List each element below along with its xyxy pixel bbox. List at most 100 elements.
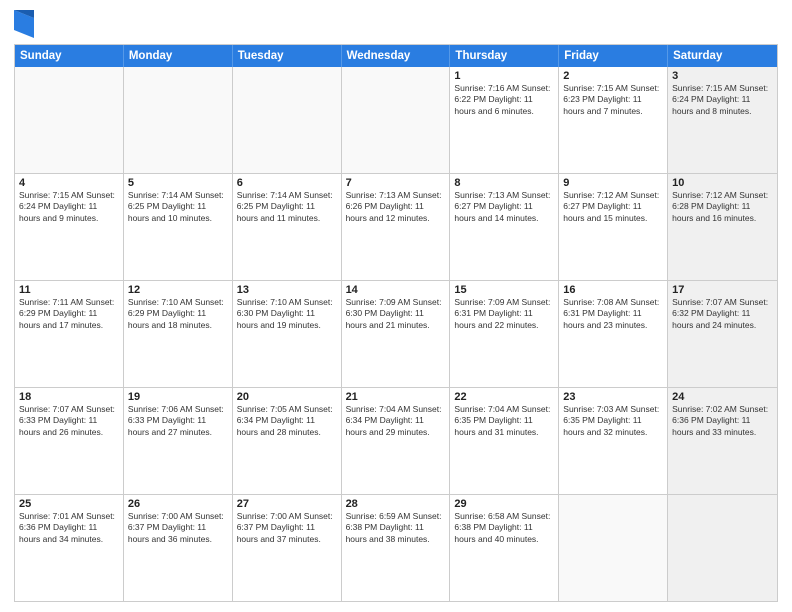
day-info: Sunrise: 7:05 AM Sunset: 6:34 PM Dayligh… xyxy=(237,404,337,438)
day-number: 8 xyxy=(454,177,554,189)
calendar: SundayMondayTuesdayWednesdayThursdayFrid… xyxy=(14,44,778,602)
calendar-cell: 18Sunrise: 7:07 AM Sunset: 6:33 PM Dayli… xyxy=(15,388,124,494)
day-info: Sunrise: 7:14 AM Sunset: 6:25 PM Dayligh… xyxy=(128,190,228,224)
day-info: Sunrise: 7:15 AM Sunset: 6:23 PM Dayligh… xyxy=(563,83,663,117)
calendar-row: 25Sunrise: 7:01 AM Sunset: 6:36 PM Dayli… xyxy=(15,494,777,601)
calendar-cell: 22Sunrise: 7:04 AM Sunset: 6:35 PM Dayli… xyxy=(450,388,559,494)
day-info: Sunrise: 7:14 AM Sunset: 6:25 PM Dayligh… xyxy=(237,190,337,224)
day-info: Sunrise: 7:15 AM Sunset: 6:24 PM Dayligh… xyxy=(19,190,119,224)
calendar-body: 1Sunrise: 7:16 AM Sunset: 6:22 PM Daylig… xyxy=(15,67,777,601)
day-number: 6 xyxy=(237,177,337,189)
calendar-cell xyxy=(559,495,668,601)
day-number: 13 xyxy=(237,284,337,296)
calendar-cell: 5Sunrise: 7:14 AM Sunset: 6:25 PM Daylig… xyxy=(124,174,233,280)
calendar-cell: 28Sunrise: 6:59 AM Sunset: 6:38 PM Dayli… xyxy=(342,495,451,601)
day-info: Sunrise: 7:13 AM Sunset: 6:26 PM Dayligh… xyxy=(346,190,446,224)
day-info: Sunrise: 7:02 AM Sunset: 6:36 PM Dayligh… xyxy=(672,404,773,438)
day-number: 29 xyxy=(454,498,554,510)
day-number: 24 xyxy=(672,391,773,403)
weekday-header: Thursday xyxy=(450,45,559,67)
day-number: 18 xyxy=(19,391,119,403)
calendar-cell: 4Sunrise: 7:15 AM Sunset: 6:24 PM Daylig… xyxy=(15,174,124,280)
calendar-cell: 26Sunrise: 7:00 AM Sunset: 6:37 PM Dayli… xyxy=(124,495,233,601)
calendar-cell: 21Sunrise: 7:04 AM Sunset: 6:34 PM Dayli… xyxy=(342,388,451,494)
calendar-cell: 9Sunrise: 7:12 AM Sunset: 6:27 PM Daylig… xyxy=(559,174,668,280)
day-info: Sunrise: 7:10 AM Sunset: 6:29 PM Dayligh… xyxy=(128,297,228,331)
day-number: 27 xyxy=(237,498,337,510)
calendar-cell: 16Sunrise: 7:08 AM Sunset: 6:31 PM Dayli… xyxy=(559,281,668,387)
day-number: 1 xyxy=(454,70,554,82)
logo xyxy=(14,10,38,38)
weekday-header: Monday xyxy=(124,45,233,67)
day-info: Sunrise: 7:11 AM Sunset: 6:29 PM Dayligh… xyxy=(19,297,119,331)
day-info: Sunrise: 6:58 AM Sunset: 6:38 PM Dayligh… xyxy=(454,511,554,545)
calendar-cell: 1Sunrise: 7:16 AM Sunset: 6:22 PM Daylig… xyxy=(450,67,559,173)
calendar-cell: 24Sunrise: 7:02 AM Sunset: 6:36 PM Dayli… xyxy=(668,388,777,494)
day-number: 12 xyxy=(128,284,228,296)
calendar-row: 1Sunrise: 7:16 AM Sunset: 6:22 PM Daylig… xyxy=(15,67,777,173)
calendar-cell: 11Sunrise: 7:11 AM Sunset: 6:29 PM Dayli… xyxy=(15,281,124,387)
day-info: Sunrise: 7:15 AM Sunset: 6:24 PM Dayligh… xyxy=(672,83,773,117)
day-number: 4 xyxy=(19,177,119,189)
weekday-header: Saturday xyxy=(668,45,777,67)
calendar-row: 18Sunrise: 7:07 AM Sunset: 6:33 PM Dayli… xyxy=(15,387,777,494)
calendar-header: SundayMondayTuesdayWednesdayThursdayFrid… xyxy=(15,45,777,67)
calendar-cell: 12Sunrise: 7:10 AM Sunset: 6:29 PM Dayli… xyxy=(124,281,233,387)
day-info: Sunrise: 7:09 AM Sunset: 6:30 PM Dayligh… xyxy=(346,297,446,331)
day-number: 7 xyxy=(346,177,446,189)
calendar-cell: 3Sunrise: 7:15 AM Sunset: 6:24 PM Daylig… xyxy=(668,67,777,173)
calendar-cell: 6Sunrise: 7:14 AM Sunset: 6:25 PM Daylig… xyxy=(233,174,342,280)
day-number: 15 xyxy=(454,284,554,296)
calendar-row: 4Sunrise: 7:15 AM Sunset: 6:24 PM Daylig… xyxy=(15,173,777,280)
day-info: Sunrise: 7:04 AM Sunset: 6:35 PM Dayligh… xyxy=(454,404,554,438)
weekday-header: Friday xyxy=(559,45,668,67)
page: SundayMondayTuesdayWednesdayThursdayFrid… xyxy=(0,0,792,612)
weekday-header: Sunday xyxy=(15,45,124,67)
calendar-cell: 15Sunrise: 7:09 AM Sunset: 6:31 PM Dayli… xyxy=(450,281,559,387)
calendar-cell: 7Sunrise: 7:13 AM Sunset: 6:26 PM Daylig… xyxy=(342,174,451,280)
day-number: 14 xyxy=(346,284,446,296)
day-number: 17 xyxy=(672,284,773,296)
calendar-cell xyxy=(342,67,451,173)
calendar-cell: 13Sunrise: 7:10 AM Sunset: 6:30 PM Dayli… xyxy=(233,281,342,387)
calendar-cell: 8Sunrise: 7:13 AM Sunset: 6:27 PM Daylig… xyxy=(450,174,559,280)
calendar-cell: 20Sunrise: 7:05 AM Sunset: 6:34 PM Dayli… xyxy=(233,388,342,494)
calendar-cell: 14Sunrise: 7:09 AM Sunset: 6:30 PM Dayli… xyxy=(342,281,451,387)
day-number: 5 xyxy=(128,177,228,189)
calendar-row: 11Sunrise: 7:11 AM Sunset: 6:29 PM Dayli… xyxy=(15,280,777,387)
day-info: Sunrise: 7:13 AM Sunset: 6:27 PM Dayligh… xyxy=(454,190,554,224)
day-info: Sunrise: 7:03 AM Sunset: 6:35 PM Dayligh… xyxy=(563,404,663,438)
day-number: 22 xyxy=(454,391,554,403)
calendar-cell: 29Sunrise: 6:58 AM Sunset: 6:38 PM Dayli… xyxy=(450,495,559,601)
day-number: 16 xyxy=(563,284,663,296)
day-info: Sunrise: 7:01 AM Sunset: 6:36 PM Dayligh… xyxy=(19,511,119,545)
calendar-cell: 25Sunrise: 7:01 AM Sunset: 6:36 PM Dayli… xyxy=(15,495,124,601)
day-info: Sunrise: 6:59 AM Sunset: 6:38 PM Dayligh… xyxy=(346,511,446,545)
day-info: Sunrise: 7:10 AM Sunset: 6:30 PM Dayligh… xyxy=(237,297,337,331)
day-number: 21 xyxy=(346,391,446,403)
day-info: Sunrise: 7:12 AM Sunset: 6:28 PM Dayligh… xyxy=(672,190,773,224)
day-number: 9 xyxy=(563,177,663,189)
day-info: Sunrise: 7:00 AM Sunset: 6:37 PM Dayligh… xyxy=(237,511,337,545)
day-number: 20 xyxy=(237,391,337,403)
calendar-cell: 17Sunrise: 7:07 AM Sunset: 6:32 PM Dayli… xyxy=(668,281,777,387)
day-info: Sunrise: 7:16 AM Sunset: 6:22 PM Dayligh… xyxy=(454,83,554,117)
calendar-cell: 27Sunrise: 7:00 AM Sunset: 6:37 PM Dayli… xyxy=(233,495,342,601)
day-info: Sunrise: 7:00 AM Sunset: 6:37 PM Dayligh… xyxy=(128,511,228,545)
day-number: 2 xyxy=(563,70,663,82)
weekday-header: Wednesday xyxy=(342,45,451,67)
day-number: 3 xyxy=(672,70,773,82)
calendar-cell xyxy=(124,67,233,173)
logo-icon xyxy=(14,10,34,38)
day-info: Sunrise: 7:07 AM Sunset: 6:32 PM Dayligh… xyxy=(672,297,773,331)
day-number: 23 xyxy=(563,391,663,403)
calendar-cell xyxy=(668,495,777,601)
day-number: 25 xyxy=(19,498,119,510)
day-info: Sunrise: 7:07 AM Sunset: 6:33 PM Dayligh… xyxy=(19,404,119,438)
calendar-cell: 23Sunrise: 7:03 AM Sunset: 6:35 PM Dayli… xyxy=(559,388,668,494)
day-number: 11 xyxy=(19,284,119,296)
day-info: Sunrise: 7:09 AM Sunset: 6:31 PM Dayligh… xyxy=(454,297,554,331)
weekday-header: Tuesday xyxy=(233,45,342,67)
calendar-cell: 2Sunrise: 7:15 AM Sunset: 6:23 PM Daylig… xyxy=(559,67,668,173)
calendar-cell: 19Sunrise: 7:06 AM Sunset: 6:33 PM Dayli… xyxy=(124,388,233,494)
